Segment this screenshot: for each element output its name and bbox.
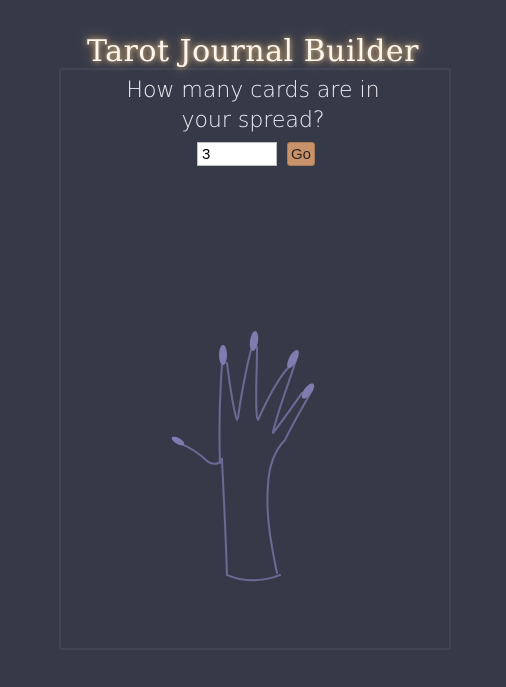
page: Tarot Journal Builder How many cards are… — [0, 0, 506, 687]
go-button[interactable]: Go — [287, 142, 315, 166]
spread-question: How many cards are in your spread? — [126, 78, 380, 133]
hand-illustration-icon — [171, 331, 315, 582]
page-title: Tarot Journal Builder — [86, 34, 419, 69]
card-count-input[interactable] — [197, 142, 277, 166]
